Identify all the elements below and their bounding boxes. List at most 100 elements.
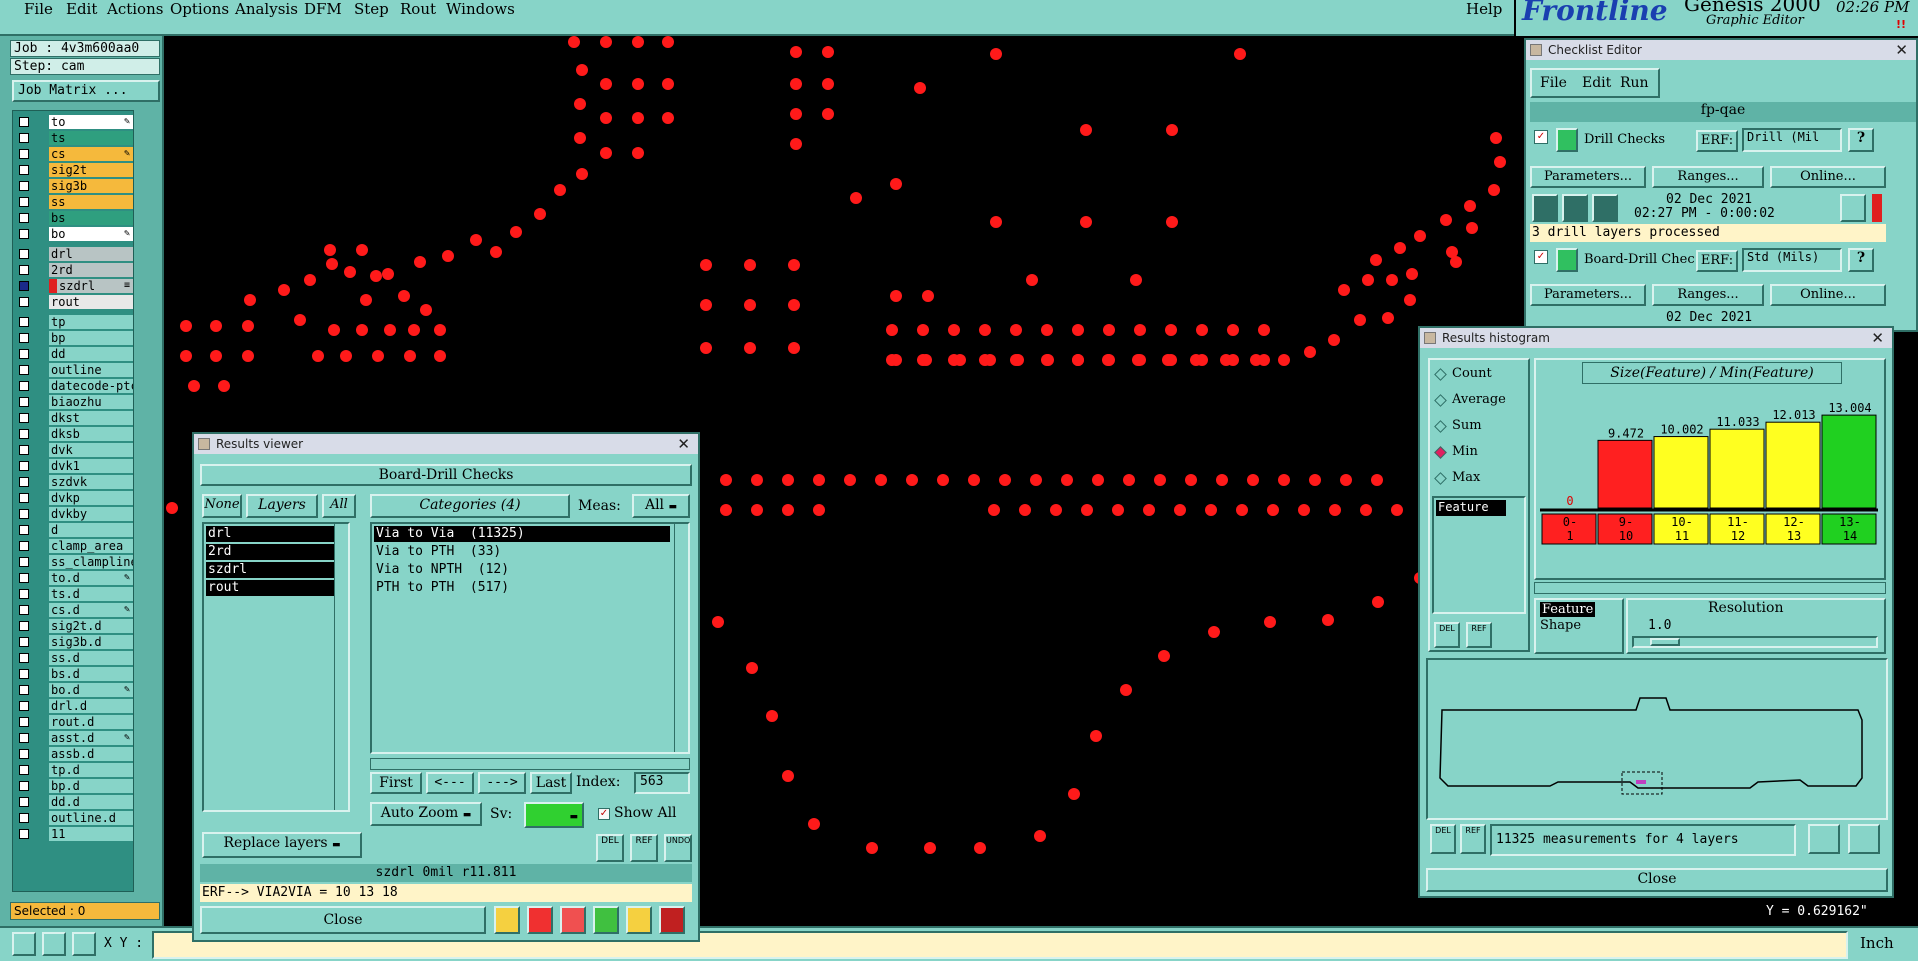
layer-row-szdvk[interactable]: szdvk xyxy=(13,475,135,490)
drill-hole[interactable] xyxy=(813,474,825,486)
layer-name[interactable]: asst.d ✎ xyxy=(49,731,133,745)
drill-hole[interactable] xyxy=(875,474,887,486)
drill-hole[interactable] xyxy=(1309,474,1321,486)
drill-hole[interactable] xyxy=(790,78,802,90)
notes-icon[interactable] xyxy=(626,906,652,934)
layer-list-item[interactable]: rout xyxy=(206,580,334,596)
drill-hole[interactable] xyxy=(1267,504,1279,516)
histogram-bar[interactable] xyxy=(1765,421,1821,509)
drill-hole[interactable] xyxy=(1404,294,1416,306)
checklist-titlebar[interactable]: Checklist Editor ✕ xyxy=(1526,40,1916,60)
export-icon[interactable] xyxy=(527,906,553,934)
drill-hole[interactable] xyxy=(1185,474,1197,486)
menu-step[interactable]: Step xyxy=(354,0,389,18)
drill-hole[interactable] xyxy=(356,244,368,256)
check-1-online-button[interactable]: Online... xyxy=(1770,166,1886,188)
drill-hole[interactable] xyxy=(188,380,200,392)
drill-hole[interactable] xyxy=(790,108,802,120)
drill-hole[interactable] xyxy=(166,502,178,514)
close-button[interactable]: Close xyxy=(200,906,486,934)
drill-hole[interactable] xyxy=(576,168,588,180)
drill-hole[interactable] xyxy=(180,320,192,332)
drill-hole[interactable] xyxy=(890,354,902,366)
layer-row-ss_clampline[interactable]: ss_clampline xyxy=(13,555,135,570)
check-2-checkbox[interactable]: ✓ xyxy=(1534,250,1548,264)
drill-hole[interactable] xyxy=(744,299,756,311)
drill-hole[interactable] xyxy=(372,350,384,362)
drill-hole[interactable] xyxy=(576,64,588,76)
drill-hole[interactable] xyxy=(600,112,612,124)
drill-hole[interactable] xyxy=(574,98,586,110)
category-list-item[interactable]: PTH to PTH (517) xyxy=(374,580,670,596)
drill-hole[interactable] xyxy=(751,474,763,486)
checklist-menu-file[interactable]: File xyxy=(1540,74,1567,92)
next-button[interactable]: ---> xyxy=(478,772,526,794)
layer-list-item[interactable]: drl xyxy=(206,526,334,542)
drill-hole[interactable] xyxy=(886,324,898,336)
job-matrix-button[interactable]: Job Matrix ... xyxy=(12,80,160,102)
layer-checkbox[interactable] xyxy=(19,493,29,503)
layer-row-bp.d[interactable]: bp.d xyxy=(13,779,135,794)
layer-checkbox[interactable] xyxy=(19,413,29,423)
drill-hole[interactable] xyxy=(822,108,834,120)
drill-hole[interactable] xyxy=(984,354,996,366)
grid-tool-icon[interactable] xyxy=(72,932,96,956)
layer-row-dkst[interactable]: dkst xyxy=(13,411,135,426)
layer-checkbox[interactable] xyxy=(19,165,29,175)
drill-hole[interactable] xyxy=(1414,230,1426,242)
drill-hole[interactable] xyxy=(1278,354,1290,366)
layer-name[interactable]: ts xyxy=(49,131,133,145)
layer-row-tp.d[interactable]: tp.d xyxy=(13,763,135,778)
drill-hole[interactable] xyxy=(1340,474,1352,486)
layer-row-outline[interactable]: outline xyxy=(13,363,135,378)
layer-checkbox[interactable] xyxy=(19,797,29,807)
drill-hole[interactable] xyxy=(434,324,446,336)
layer-row-dvk1[interactable]: dvk1 xyxy=(13,459,135,474)
layer-checkbox[interactable] xyxy=(19,149,29,159)
drill-hole[interactable] xyxy=(210,350,222,362)
layers-scrollbar[interactable] xyxy=(334,524,348,810)
drill-hole[interactable] xyxy=(1190,354,1202,366)
radio-icon[interactable] xyxy=(1434,472,1447,485)
layer-row-sig2t[interactable]: sig2t xyxy=(13,163,135,178)
drill-hole[interactable] xyxy=(244,294,256,306)
layer-name[interactable]: to.d ✎ xyxy=(49,571,133,585)
drill-hole[interactable] xyxy=(632,112,644,124)
drill-hole[interactable] xyxy=(294,314,306,326)
check-2-parameters-button[interactable]: Parameters... xyxy=(1530,284,1646,306)
layer-row-asst.d[interactable]: asst.d ✎ xyxy=(13,731,135,746)
drill-hole[interactable] xyxy=(326,258,338,270)
drill-hole[interactable] xyxy=(1042,354,1054,366)
menu-rout[interactable]: Rout xyxy=(400,0,436,18)
close-icon[interactable]: ✕ xyxy=(677,434,690,454)
check-2-name[interactable]: Board-Drill Checks xyxy=(1584,252,1694,267)
drill-hole[interactable] xyxy=(974,842,986,854)
drill-hole[interactable] xyxy=(979,324,991,336)
drill-hole[interactable] xyxy=(1494,156,1506,168)
drill-hole[interactable] xyxy=(242,350,254,362)
layer-name[interactable]: dvk xyxy=(49,443,133,457)
layer-row-2rd[interactable]: 2rd xyxy=(13,263,135,278)
aggregate-option-max[interactable]: Max xyxy=(1434,470,1524,488)
auto-zoom-select[interactable]: Auto Zoom ▬ xyxy=(370,802,482,826)
layer-checkbox[interactable] xyxy=(19,733,29,743)
category-list-item[interactable]: Via to PTH (33) xyxy=(374,544,670,560)
meas-select[interactable]: All ▬ xyxy=(632,494,690,518)
layer-checkbox[interactable] xyxy=(19,477,29,487)
drill-hole[interactable] xyxy=(948,324,960,336)
check-1-ranges-button[interactable]: Ranges... xyxy=(1652,166,1764,188)
drill-hole[interactable] xyxy=(1391,504,1403,516)
check-1-checkbox[interactable]: ✓ xyxy=(1534,130,1548,144)
layer-row-outline.d[interactable]: outline.d xyxy=(13,811,135,826)
layer-checkbox[interactable] xyxy=(19,765,29,775)
layer-list-item[interactable]: szdrl xyxy=(206,562,334,578)
layer-checkbox[interactable] xyxy=(19,181,29,191)
drill-hole[interactable] xyxy=(356,324,368,336)
check-1-parameters-button[interactable]: Parameters... xyxy=(1530,166,1646,188)
aggregate-option-sum[interactable]: Sum xyxy=(1434,418,1524,436)
drill-hole[interactable] xyxy=(600,78,612,90)
layer-row-ss.d[interactable]: ss.d xyxy=(13,651,135,666)
layer-name[interactable]: ss.d xyxy=(49,651,133,665)
layer-row-datecode-ptc[interactable]: datecode-ptc xyxy=(13,379,135,394)
layer-row-clamp_area[interactable]: clamp_area xyxy=(13,539,135,554)
